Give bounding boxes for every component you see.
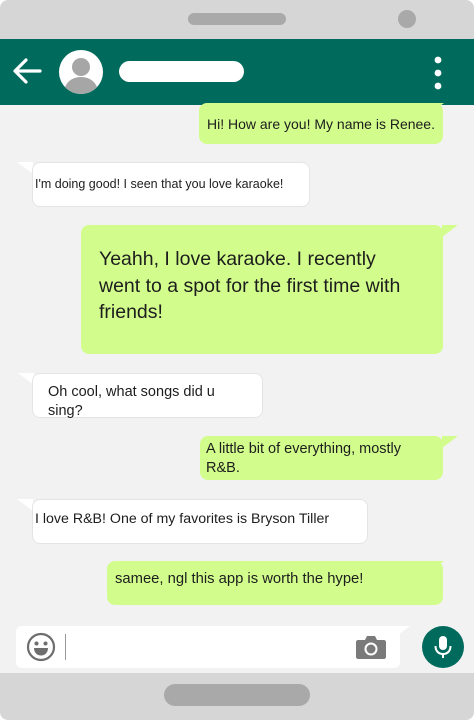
message-text: samee, ngl this app is worth the hype!: [115, 571, 364, 587]
phone-front-camera: [398, 10, 416, 28]
message-text: A little bit of everything, mostly R&B.: [206, 441, 402, 476]
contact-avatar[interactable]: [59, 50, 103, 94]
contact-name-placeholder[interactable]: [119, 61, 244, 82]
emoji-smile-icon[interactable]: [26, 632, 56, 662]
outgoing-message: Yeahh, I love karaoke. I recently went t…: [81, 225, 443, 354]
incoming-message: Oh cool, what songs did u sing?: [32, 373, 263, 419]
message-text: I love R&B! One of my favorites is Bryso…: [35, 511, 330, 527]
incoming-message: I love R&B! One of my favorites is Bryso…: [32, 499, 368, 544]
chat-screen: Hi! How are you! My name is Renee. I'm d…: [0, 39, 474, 673]
user-avatar-icon: [63, 58, 99, 94]
outgoing-message: samee, ngl this app is worth the hype!: [107, 561, 443, 605]
bubble-tail: [442, 225, 458, 237]
message-text: Oh cool, what songs did u sing?: [48, 384, 215, 419]
message-text: Hi! How are you! My name is Renee.: [207, 116, 435, 132]
message-text: Yeahh, I love karaoke. I recently went t…: [99, 248, 401, 323]
microphone-icon: [434, 636, 452, 658]
phone-frame: Hi! How are you! My name is Renee. I'm d…: [0, 0, 474, 720]
voice-record-button[interactable]: [422, 626, 464, 668]
phone-speaker: [188, 13, 286, 25]
incoming-message: I'm doing good! I seen that you love kar…: [32, 162, 310, 207]
message-input[interactable]: [16, 626, 400, 668]
bubble-tail: [17, 162, 33, 174]
bubble-tail: [17, 499, 33, 511]
outgoing-message: Hi! How are you! My name is Renee.: [199, 103, 443, 144]
bubble-tail: [442, 436, 458, 448]
home-button[interactable]: [164, 684, 310, 706]
arrow-left-icon[interactable]: [10, 54, 44, 88]
chat-header: [0, 39, 474, 105]
outgoing-message: A little bit of everything, mostly R&B.: [200, 436, 443, 480]
message-text: I'm doing good! I seen that you love kar…: [35, 177, 284, 191]
camera-icon[interactable]: [355, 634, 387, 660]
more-vertical-icon[interactable]: [430, 56, 446, 90]
text-cursor: [65, 634, 66, 660]
